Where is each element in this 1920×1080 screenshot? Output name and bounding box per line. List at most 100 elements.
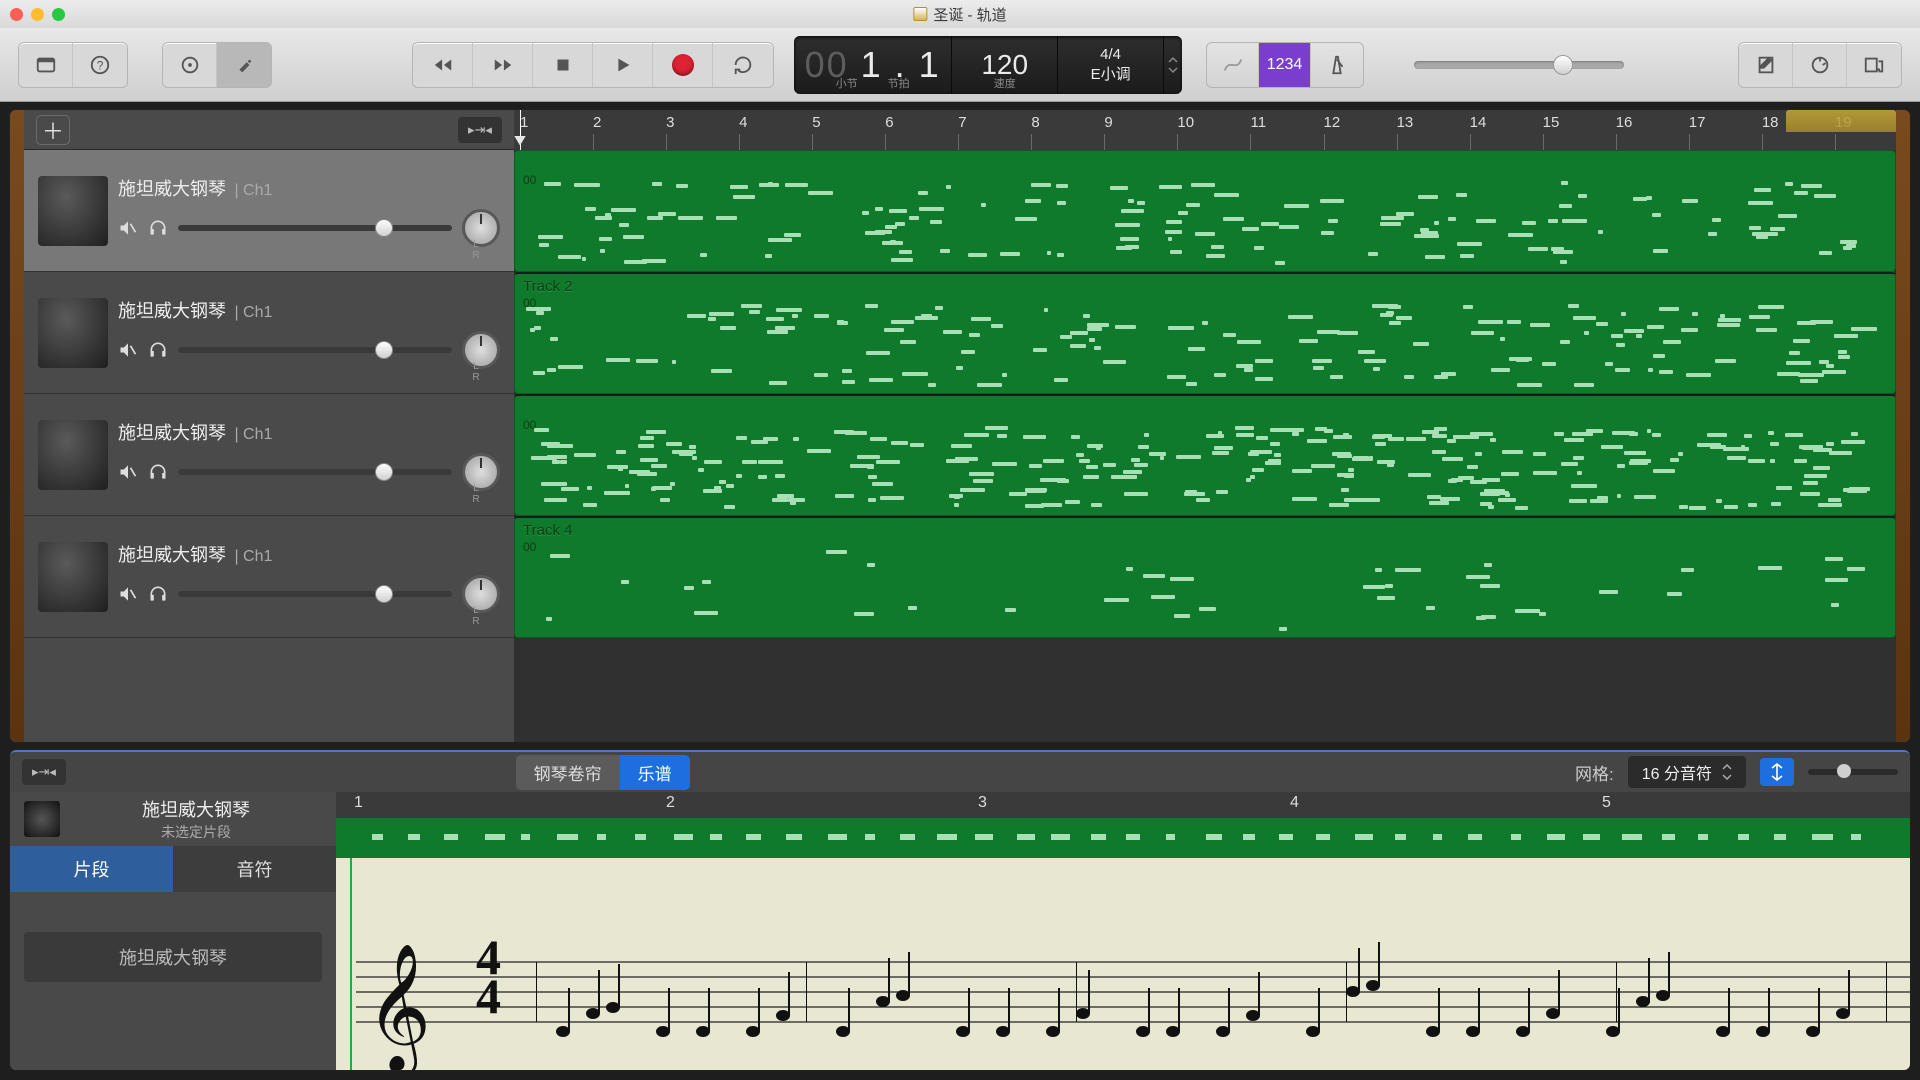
master-volume-thumb[interactable] [1553, 55, 1573, 75]
track-name: 施坦威大钢琴 [118, 179, 226, 199]
ruler-measure: 15 [1543, 114, 1560, 131]
ruler-measure: 12 [1324, 114, 1341, 131]
track-header[interactable]: 施坦威大钢琴 | Ch1L R [24, 150, 514, 272]
midi-region[interactable]: 00 [514, 150, 1896, 272]
ruler-measure: 17 [1689, 114, 1706, 131]
track-header[interactable]: 施坦威大钢琴 | Ch1L R [24, 516, 514, 638]
track-channel: | Ch1 [230, 426, 272, 443]
cycle-region[interactable] [1786, 110, 1896, 132]
catch-playhead-button[interactable]: ▸⇥◂ [458, 117, 502, 143]
midi-region[interactable]: Track 200 [514, 272, 1896, 394]
countin-label: 1234 [1267, 56, 1303, 74]
track-volume-thumb[interactable] [375, 463, 393, 481]
editor-ruler[interactable]: 12345 [336, 792, 1910, 818]
piano-icon [24, 801, 60, 837]
play-button[interactable] [593, 43, 653, 87]
horizontal-zoom-thumb[interactable] [1837, 764, 1851, 778]
editor-inspector-tabs: 片段 音符 [10, 846, 336, 892]
notepad-button[interactable] [1739, 43, 1793, 87]
automation-curve-button[interactable] [1207, 43, 1259, 87]
mute-icon[interactable] [118, 218, 138, 238]
track-volume-slider[interactable] [178, 225, 452, 231]
midi-region[interactable]: 00 [514, 394, 1896, 516]
arrange-ruler[interactable]: 12345678910111213141516171819 [514, 110, 1896, 150]
grid-label: 网格: [1575, 760, 1614, 785]
headphones-icon[interactable] [148, 462, 168, 482]
metronome-button[interactable] [1311, 43, 1363, 87]
region-label: Track 2 [523, 278, 572, 295]
ruler-measure: 7 [958, 114, 966, 131]
track-volume-thumb[interactable] [375, 219, 393, 237]
smart-controls-button[interactable] [163, 43, 217, 87]
horizontal-zoom-slider[interactable] [1808, 769, 1898, 775]
master-volume-slider[interactable] [1414, 61, 1624, 69]
quickhelp-button[interactable]: ? [73, 43, 127, 87]
library-button[interactable] [19, 43, 73, 87]
minimize-icon[interactable] [31, 8, 44, 21]
track-list: 施坦威大钢琴 | Ch1L R施坦威大钢琴 | Ch1L R施坦威大钢琴 | C… [24, 150, 514, 742]
headphones-icon[interactable] [148, 340, 168, 360]
track-volume-slider[interactable] [178, 347, 452, 353]
ruler-measure: 4 [739, 114, 747, 131]
editor-ruler-measure: 5 [1602, 794, 1611, 812]
track-header[interactable]: 施坦威大钢琴 | Ch1L R [24, 394, 514, 516]
mute-icon[interactable] [118, 340, 138, 360]
maximize-icon[interactable] [52, 8, 65, 21]
editor-ruler-measure: 4 [1290, 794, 1299, 812]
instrument-icon [38, 298, 108, 368]
track-volume-thumb[interactable] [375, 341, 393, 359]
stop-button[interactable] [533, 43, 593, 87]
tab-region[interactable]: 片段 [10, 846, 173, 892]
grid-dropdown[interactable]: 16 分音符 [1628, 756, 1746, 788]
close-icon[interactable] [10, 8, 23, 21]
display-mode-seg: 1234 [1206, 42, 1364, 88]
track-rows: 施坦威大钢琴 | Ch1L R施坦威大钢琴 | Ch1L R施坦威大钢琴 | C… [24, 150, 1896, 742]
track-volume-slider[interactable] [178, 469, 452, 475]
editor-ruler-measure: 3 [978, 794, 987, 812]
add-track-button[interactable]: ＋ [36, 115, 70, 145]
track-volume-slider[interactable] [178, 591, 452, 597]
record-button[interactable] [653, 43, 713, 87]
countin-button[interactable]: 1234 [1259, 43, 1311, 87]
tab-note[interactable]: 音符 [173, 846, 336, 892]
editors-button[interactable] [217, 43, 271, 87]
tab-score[interactable]: 乐谱 [620, 755, 690, 790]
forward-button[interactable] [473, 43, 533, 87]
vertical-autozoom-button[interactable] [1760, 758, 1794, 786]
mute-icon[interactable] [118, 584, 138, 604]
lcd-tempo[interactable]: 120 速度 [952, 36, 1058, 94]
headphones-icon[interactable] [148, 584, 168, 604]
score-view[interactable]: 𝄞44 [336, 858, 1910, 1070]
ruler-measure: 8 [1031, 114, 1039, 131]
lcd-sig-key[interactable]: 4/4 E小调 [1058, 36, 1164, 94]
record-icon [672, 54, 694, 76]
playhead[interactable] [520, 110, 521, 150]
editor-view-seg: 钢琴卷帘 乐谱 [516, 755, 690, 790]
track-volume-thumb[interactable] [375, 585, 393, 603]
loops-button[interactable] [1793, 43, 1847, 87]
region-pane[interactable]: 00Track 20000Track 400 [514, 150, 1896, 742]
tab-pianoroll[interactable]: 钢琴卷帘 [516, 755, 620, 790]
media-button[interactable] [1847, 43, 1901, 87]
grid-value: 16 分音符 [1642, 760, 1712, 784]
track-header[interactable]: 施坦威大钢琴 | Ch1L R [24, 272, 514, 394]
headphones-icon[interactable] [148, 218, 168, 238]
ruler-measure: 2 [593, 114, 601, 131]
treble-clef-icon: 𝄞 [366, 944, 431, 1070]
lcd-sig: 4/4 [1100, 45, 1121, 65]
lcd-dropdown[interactable] [1164, 36, 1182, 94]
mute-icon[interactable] [118, 462, 138, 482]
editor-catch-button[interactable]: ▸⇥◂ [22, 759, 66, 785]
track-channel: | Ch1 [230, 182, 272, 199]
project-icon [913, 7, 927, 21]
window-title: 圣诞 - 轨道 [913, 4, 1006, 25]
track-channel: | Ch1 [230, 548, 272, 565]
cycle-button[interactable] [713, 43, 773, 87]
rewind-button[interactable] [413, 43, 473, 87]
right-panel-group [1738, 42, 1902, 88]
editor-region-strip[interactable] [336, 818, 1910, 858]
midi-region[interactable]: Track 400 [514, 516, 1896, 638]
lcd-key: E小调 [1091, 65, 1131, 85]
lcd-position[interactable]: 00 1 . 1 小节节拍 [794, 36, 952, 94]
ruler-measure: 5 [812, 114, 820, 131]
